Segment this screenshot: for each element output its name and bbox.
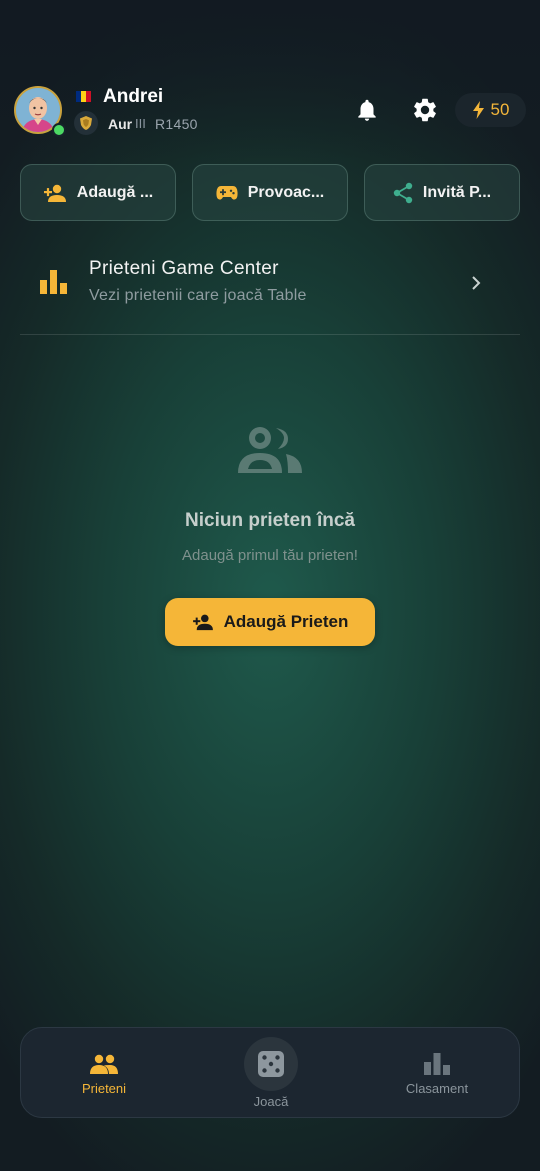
gear-icon[interactable]: [411, 96, 439, 124]
top-fade: [0, 0, 540, 160]
bell-icon[interactable]: [354, 97, 380, 123]
empty-state-subtitle: Adaugă primul tău prieten!: [182, 547, 358, 564]
nav-label-play: Joacă: [253, 1094, 289, 1109]
rank-name: Aur: [108, 116, 133, 132]
game-center-subtitle: Vezi prietenii care joacă Table: [89, 287, 307, 304]
gamepad-icon: [216, 185, 238, 200]
rank-shield-icon: [74, 111, 98, 135]
share-icon: [393, 182, 413, 203]
people-outline-icon: [238, 427, 302, 473]
username: Andrei: [103, 86, 164, 107]
dice-icon: [258, 1051, 284, 1077]
person-add-icon: [43, 184, 66, 202]
bottom-nav: Prieteni Joacă Clasament: [20, 1027, 520, 1118]
bar-chart-icon: [40, 270, 67, 294]
nav-label-leaderboard: Clasament: [405, 1081, 469, 1096]
online-status-dot: [52, 123, 66, 137]
lightning-icon: [472, 101, 484, 119]
nav-label-friends: Prieteni: [81, 1081, 127, 1096]
nav-item-play[interactable]: [244, 1037, 298, 1091]
challenge-button[interactable]: Provoac...: [192, 164, 348, 221]
invite-label: Invită P...: [422, 183, 492, 201]
energy-value: 50: [490, 100, 510, 119]
add-friend-label: Adaugă ...: [76, 183, 154, 201]
rating: R1450: [155, 116, 198, 132]
people-icon: [90, 1054, 118, 1074]
empty-state-title: Niciun prieten încă: [185, 510, 355, 531]
rank-division: III: [135, 116, 146, 131]
romania-flag-icon: [76, 91, 91, 102]
bar-chart-icon: [424, 1053, 450, 1075]
nav-item-friends[interactable]: Prieteni: [21, 1028, 187, 1119]
divider: [20, 334, 520, 335]
add-friend-button[interactable]: Adaugă ...: [20, 164, 176, 221]
energy-counter[interactable]: 50: [455, 93, 526, 127]
add-friend-primary-button[interactable]: Adaugă Prieten: [165, 598, 375, 646]
add-friend-primary-label: Adaugă Prieten: [223, 612, 349, 631]
invite-button[interactable]: Invită P...: [364, 164, 520, 221]
person-add-icon: [192, 614, 213, 631]
game-center-title: Prieteni Game Center: [89, 258, 279, 279]
nav-item-leaderboard[interactable]: Clasament: [354, 1028, 520, 1119]
chevron-right-icon: [472, 276, 481, 290]
challenge-label: Provoac...: [247, 183, 325, 201]
game-center-friends-row[interactable]: Prieteni Game Center Vezi prietenii care…: [20, 248, 520, 318]
